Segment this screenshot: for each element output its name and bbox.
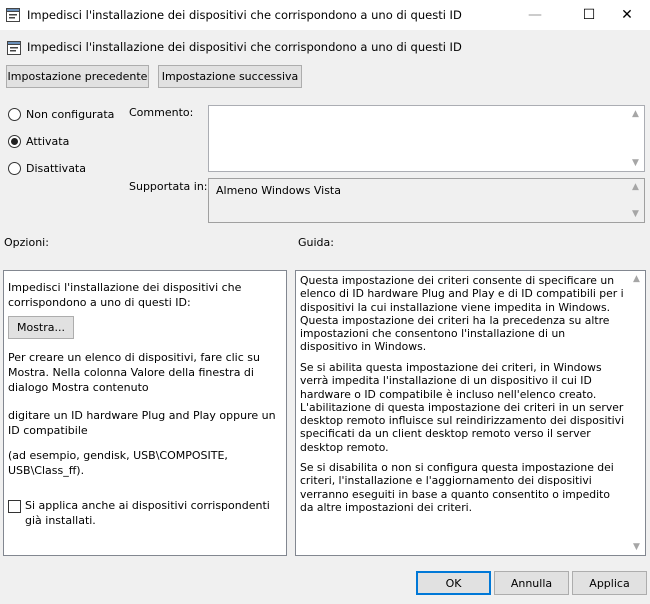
help-paragraph-3: Se si disabilita o non si configura ques… xyxy=(300,461,614,514)
title-bar: Impedisci l'installazione dei dispositiv… xyxy=(0,0,650,30)
next-setting-button[interactable]: Impostazione successiva xyxy=(158,65,302,88)
comment-scrollbar[interactable]: ▲ ▼ xyxy=(627,106,644,171)
checkbox-label: Si applica anche ai dispositivi corrispo… xyxy=(25,499,270,527)
close-button[interactable]: ✕ xyxy=(604,0,650,30)
setting-title: Impedisci l'installazione dei dispositiv… xyxy=(27,40,462,54)
radio-label: Disattivata xyxy=(26,162,86,175)
options-instructions-3: (ad esempio, gendisk, USB\COMPOSITE, USB… xyxy=(8,449,228,477)
minimize-button[interactable]: — xyxy=(512,0,558,30)
supported-value: Almeno Windows Vista xyxy=(216,184,341,197)
radio-enabled[interactable]: Attivata xyxy=(8,135,69,148)
previous-setting-button[interactable]: Impostazione precedente xyxy=(6,65,149,88)
help-paragraph-2: Se si abilita questa impostazione dei cr… xyxy=(300,361,625,454)
radio-indicator xyxy=(8,162,21,175)
apply-button[interactable]: Applica xyxy=(572,571,647,595)
options-instructions-1: Per creare un elenco di dispositivi, far… xyxy=(8,351,260,394)
ok-button[interactable]: OK xyxy=(416,571,491,595)
comment-label: Commento: xyxy=(129,106,194,119)
scroll-up-icon: ▲ xyxy=(633,274,640,284)
window-title: Impedisci l'installazione dei dispositiv… xyxy=(27,8,462,22)
options-label: Opzioni: xyxy=(4,236,49,249)
radio-selected-dot xyxy=(11,138,18,145)
scroll-up-icon: ▲ xyxy=(632,182,639,192)
maximize-icon: ☐ xyxy=(582,7,596,23)
policy-setting-icon xyxy=(7,41,21,55)
options-panel: Impedisci l'installazione dei dispositiv… xyxy=(3,270,287,556)
cancel-button[interactable]: Annulla xyxy=(494,571,569,595)
radio-indicator xyxy=(8,108,21,121)
options-description: Impedisci l'installazione dei dispositiv… xyxy=(8,281,242,309)
checkbox-box xyxy=(8,500,21,513)
supported-label: Supportata in: xyxy=(129,180,208,193)
help-panel: Questa impostazione dei criteri consente… xyxy=(295,270,646,556)
comment-input[interactable]: ▲ ▼ xyxy=(208,105,645,172)
show-button[interactable]: Mostra... xyxy=(8,316,74,339)
policy-window-icon xyxy=(6,8,20,22)
supported-field: Almeno Windows Vista ▲ ▼ xyxy=(208,178,645,223)
radio-not-configured[interactable]: Non configurata xyxy=(8,108,114,121)
supported-scrollbar[interactable]: ▲ ▼ xyxy=(627,179,644,222)
apply-installed-checkbox[interactable]: Si applica anche ai dispositivi corrispo… xyxy=(8,498,282,528)
radio-label: Attivata xyxy=(26,135,70,148)
options-instructions-2: digitare un ID hardware Plug and Play op… xyxy=(8,409,276,437)
scroll-down-icon: ▼ xyxy=(632,158,639,168)
help-scrollbar[interactable]: ▲ ▼ xyxy=(628,271,645,555)
minimize-icon: — xyxy=(528,7,542,23)
radio-label: Non configurata xyxy=(26,108,115,121)
radio-indicator xyxy=(8,135,21,148)
help-paragraph-1: Questa impostazione dei criteri consente… xyxy=(300,274,624,354)
close-icon: ✕ xyxy=(621,7,633,23)
help-label: Guida: xyxy=(298,236,334,249)
scroll-down-icon: ▼ xyxy=(633,542,640,552)
radio-disabled[interactable]: Disattivata xyxy=(8,162,86,175)
scroll-up-icon: ▲ xyxy=(632,109,639,119)
scroll-down-icon: ▼ xyxy=(632,209,639,219)
